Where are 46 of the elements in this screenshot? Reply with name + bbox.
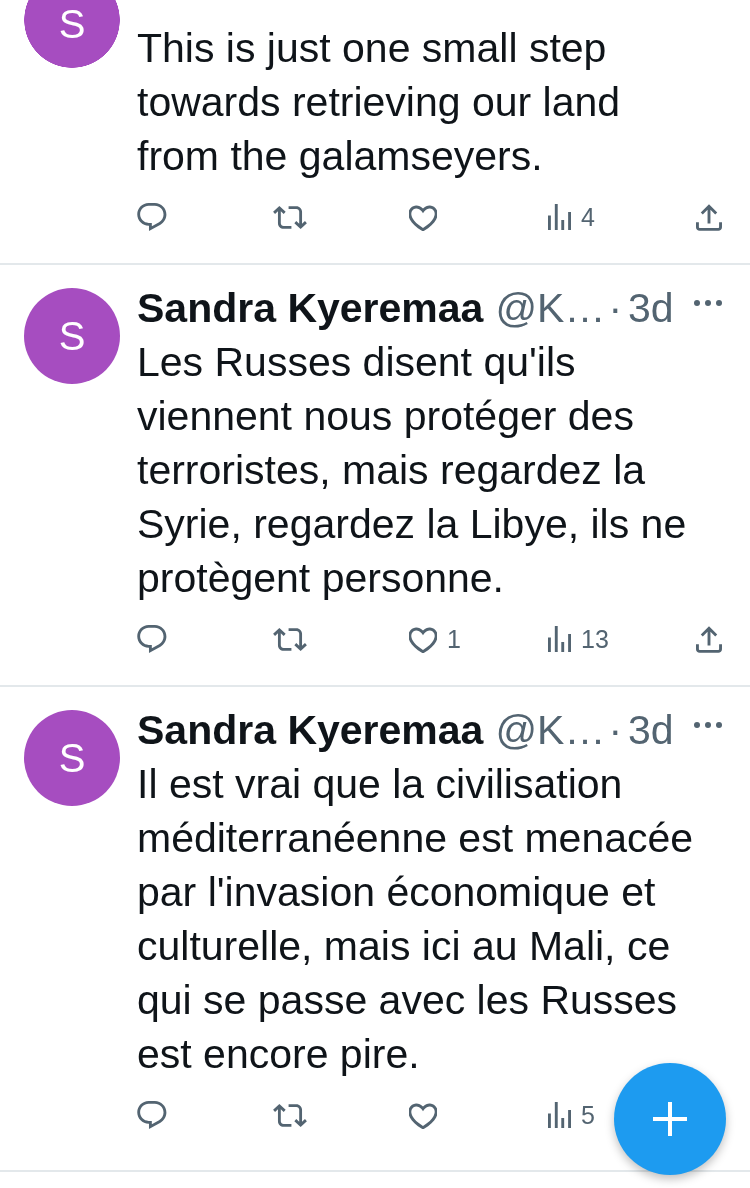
user-name[interactable]: Sandra Kyeremaa xyxy=(137,703,484,757)
separator: · xyxy=(608,706,623,755)
bar-chart-icon xyxy=(548,1102,571,1128)
repost-button[interactable] xyxy=(273,1103,307,1127)
post-time: 3d xyxy=(628,706,674,755)
tweet-text: This is just one small step towards retrieving our land from the galamseyers. xyxy=(137,24,622,181)
share-button[interactable] xyxy=(696,625,722,653)
like-button[interactable]: 1 xyxy=(409,624,461,654)
views-button[interactable]: 13 xyxy=(548,624,609,654)
tweet-text: Les Russes disent qu'ils viennent nous protéger des terroristes, mais regardez la Syrie, regardez la Libye, ils ne protègent personne. xyxy=(137,338,688,603)
like-button[interactable] xyxy=(409,1101,437,1129)
speech-bubble-icon xyxy=(137,1101,167,1129)
separator: · xyxy=(608,284,623,333)
user-handle: @K… xyxy=(495,284,606,333)
user-handle: @K… xyxy=(495,706,606,755)
tweet-text: Il est vrai que la civilisation méditerranéenne est menacée par l'invasion économique et culturelle, mais ici au Mali, ce qui se passe avec les Russes est encore pire. xyxy=(137,760,695,1079)
avatar[interactable]: S xyxy=(24,0,120,68)
loop-arrows-icon xyxy=(273,1103,307,1127)
like-button[interactable] xyxy=(409,203,437,231)
repost-button[interactable] xyxy=(273,627,307,651)
bar-chart-icon xyxy=(548,626,571,652)
views-button[interactable]: 4 xyxy=(548,202,595,232)
speech-bubble-icon xyxy=(137,625,167,653)
repost-button[interactable] xyxy=(273,205,307,229)
heart-icon xyxy=(409,203,437,231)
post-time: 3d xyxy=(628,284,674,333)
compose-button[interactable] xyxy=(614,1063,726,1175)
plus-icon xyxy=(653,1102,687,1136)
heart-icon xyxy=(409,625,437,653)
speech-bubble-icon xyxy=(137,203,167,231)
loop-arrows-icon xyxy=(273,627,307,651)
avatar[interactable]: S xyxy=(24,288,120,384)
avatar[interactable]: S xyxy=(24,710,120,806)
reply-button[interactable] xyxy=(137,203,167,231)
heart-icon xyxy=(409,1101,437,1129)
views-button[interactable]: 5 xyxy=(548,1100,595,1130)
reply-button[interactable] xyxy=(137,625,167,653)
share-button[interactable] xyxy=(696,203,722,231)
more-icon[interactable] xyxy=(694,722,722,728)
share-icon xyxy=(696,203,722,231)
user-name[interactable]: Sandra Kyeremaa xyxy=(137,281,484,335)
loop-arrows-icon xyxy=(273,205,307,229)
bar-chart-icon xyxy=(548,204,571,230)
more-icon[interactable] xyxy=(694,300,722,306)
reply-button[interactable] xyxy=(137,1101,167,1129)
share-icon xyxy=(696,625,722,653)
